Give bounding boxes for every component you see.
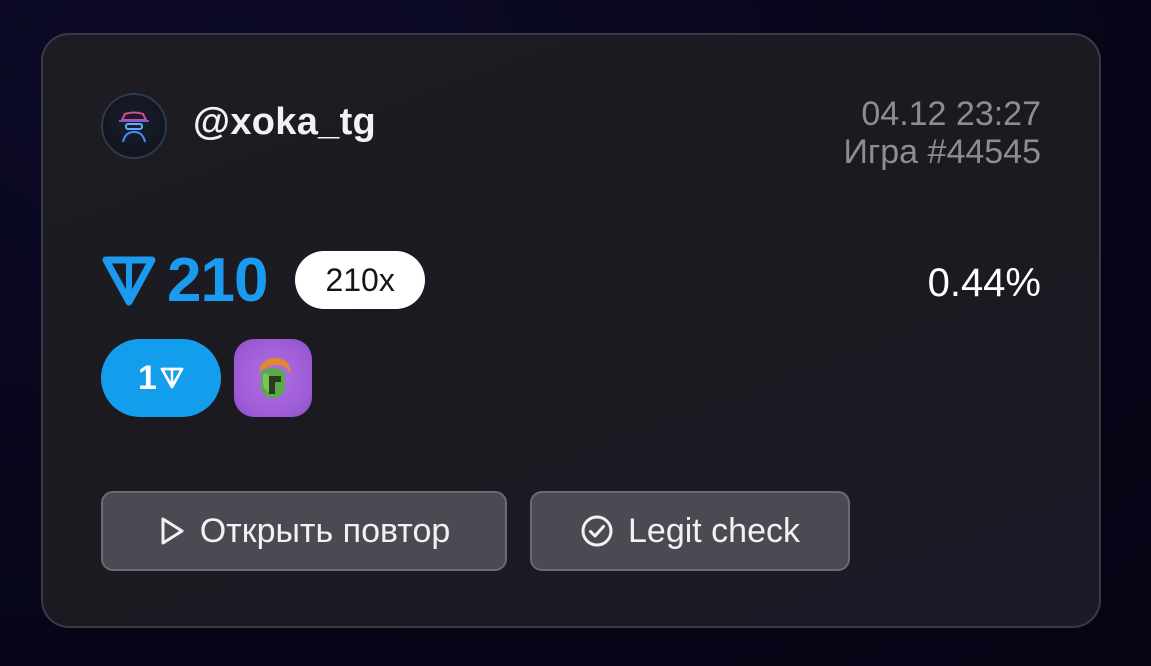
game-datetime: 04.12 23:27 [861,95,1041,133]
open-replay-button[interactable]: Открыть повтор [101,491,507,571]
bet-amount-pill: 1 [101,339,221,417]
check-circle-icon [580,514,614,548]
spartan-helmet-icon [259,358,291,398]
game-card: @xoka_tg 04.12 23:27 Игра #44545 210 210… [41,33,1101,628]
win-amount-row: 210 210x [101,245,425,315]
multiplier-badge: 210x [295,251,425,309]
win-chance: 0.44% [927,261,1041,305]
win-amount: 210 [167,245,268,315]
ton-icon [102,256,156,306]
gift-item[interactable] [234,339,312,417]
play-icon [158,516,186,546]
legit-check-label: Legit check [628,511,800,550]
hacker-avatar-icon [119,111,149,143]
bet-amount: 1 [138,358,157,397]
ton-icon [160,367,184,389]
legit-check-button[interactable]: Legit check [530,491,850,571]
game-number: Игра #44545 [843,133,1041,171]
open-replay-label: Открыть повтор [199,511,451,550]
game-meta: 04.12 23:27 Игра #44545 [843,95,1041,171]
bet-row: 1 [101,339,312,417]
avatar[interactable] [101,93,167,159]
username: @xoka_tg [193,101,377,143]
